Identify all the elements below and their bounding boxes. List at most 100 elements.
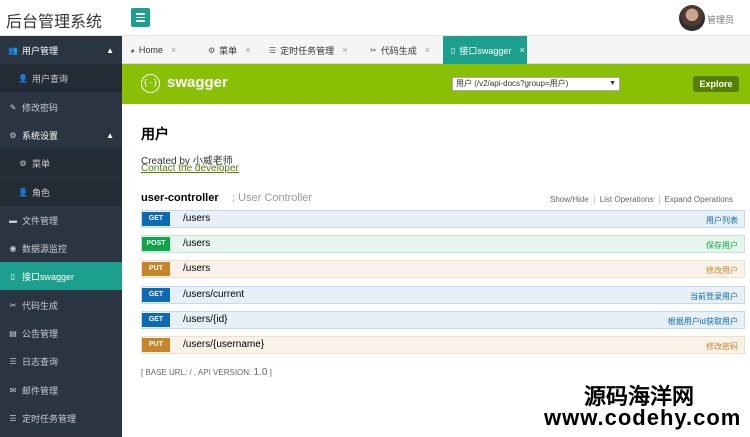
sidebar-item[interactable]: ✎ 修改密码	[0, 93, 122, 121]
sidebar-item[interactable]: ▤ 公告管理	[0, 319, 122, 347]
list-icon: ☰	[9, 356, 17, 366]
sidebar-item[interactable]: ⚙ 系统设置 ▲	[0, 121, 122, 149]
users-icon: 👥	[8, 45, 18, 55]
user-name[interactable]: 管理员	[707, 13, 734, 26]
tab[interactable]: ⚙ 菜单 ×	[200, 36, 261, 64]
user-icon: 👤	[18, 73, 28, 83]
swagger-title: swagger	[167, 74, 228, 91]
swagger-logo-icon: {-}	[141, 74, 160, 93]
wrench-icon: ✂	[9, 300, 17, 310]
sidebar-item[interactable]: 👥 用户管理 ▲	[0, 36, 122, 64]
sidebar-item-label: 数据源监控	[22, 243, 68, 254]
eye-icon: ◉	[9, 243, 17, 253]
tab[interactable]: ✂ 代码生成 ×	[362, 36, 443, 64]
api-group-select[interactable]: 用户 (/v2/api-docs?group=用户) ▼	[452, 77, 620, 91]
operation-row[interactable]: PUT/users/{username} 修改密码	[141, 336, 745, 354]
sidebar-item[interactable]: ✂ 代码生成	[0, 291, 122, 319]
sidebar-item-label: 用户管理	[22, 45, 59, 56]
base-url-info: [ BASE URL: / , API VERSION: 1.0 ]	[141, 367, 272, 378]
operation-row[interactable]: GET/users/{id} 根据用户id获取用户	[141, 311, 745, 329]
sidebar-item[interactable]: ▯ 接口swagger	[0, 262, 122, 290]
tasks-icon: ☰	[269, 45, 277, 55]
operation-summary[interactable]: 根据用户id获取用户	[668, 316, 738, 327]
explore-button[interactable]: Explore	[693, 76, 739, 92]
hamburger-icon	[136, 13, 145, 22]
gear-icon: ⚙	[208, 45, 216, 55]
operation-row[interactable]: PUT/users 修改用户	[141, 260, 745, 278]
sidebar-item[interactable]: ◉ 数据源监控	[0, 234, 122, 262]
close-icon[interactable]: ×	[519, 45, 524, 55]
edit-icon: ✎	[9, 102, 17, 112]
expand-operations-link[interactable]: Expand Operations	[658, 195, 739, 204]
close-icon[interactable]: ×	[425, 45, 430, 55]
sidebar-item[interactable]: ☰ 日志查询	[0, 347, 122, 375]
swagger-header: {-} swagger 用户 (/v2/api-docs?group=用户) ▼…	[122, 64, 750, 104]
operation-summary[interactable]: 修改密码	[706, 341, 738, 352]
sidebar-item-label: 邮件管理	[22, 385, 59, 396]
operation-path[interactable]: /users/current	[183, 289, 244, 300]
http-method-badge[interactable]: PUT	[142, 262, 170, 276]
tab[interactable]: ◕ Home ×	[122, 36, 200, 64]
sidebar-item-label: 文件管理	[22, 215, 59, 226]
base-url-suffix: ]	[267, 368, 272, 377]
operation-path[interactable]: /users/{username}	[183, 339, 264, 350]
operation-row[interactable]: GET/users 用户列表	[141, 210, 745, 228]
tab[interactable]: ☰ 定时任务管理 ×	[261, 36, 362, 64]
http-method-badge[interactable]: GET	[142, 313, 170, 327]
operation-summary[interactable]: 用户列表	[706, 215, 738, 226]
http-method-badge[interactable]: PUT	[142, 338, 170, 352]
sidebar-item[interactable]: 👤 角色	[0, 178, 122, 206]
sidebar-item-label: 用户查询	[32, 73, 69, 84]
sidebar-item[interactable]: ▬ 文件管理	[0, 206, 122, 234]
http-method-badge[interactable]: POST	[142, 237, 170, 251]
base-url-prefix: [ BASE URL: / , API VERSION:	[141, 368, 254, 377]
book-icon: ▤	[9, 328, 17, 338]
operation-path[interactable]: /users	[183, 213, 210, 224]
watermark-url: www.codehy.com	[544, 405, 742, 430]
list-operations-link[interactable]: List Operations	[593, 195, 659, 204]
tab-label: Home	[138, 45, 163, 55]
operation-path[interactable]: /users/{id}	[183, 314, 227, 325]
app-title: 后台管理系统	[6, 14, 103, 31]
api-title: 用户	[141, 126, 169, 142]
operation-summary[interactable]: 当前登录用户	[690, 291, 738, 302]
sidebar-item[interactable]: ☰ 定时任务管理	[0, 404, 122, 432]
wrench-icon: ✂	[370, 45, 377, 55]
avatar[interactable]	[679, 5, 705, 31]
envelope-icon: ✉	[9, 385, 17, 395]
chevron-down-icon: ▼	[609, 80, 616, 87]
file-icon: ▯	[451, 45, 456, 55]
operation-path[interactable]: /users	[183, 263, 210, 274]
tab[interactable]: ▯ 接口swagger ×	[443, 36, 527, 64]
sidebar-item-label: 公告管理	[22, 328, 59, 339]
sidebar-item[interactable]: 👤 用户查询	[0, 64, 122, 92]
user-icon: 👤	[18, 187, 28, 197]
close-icon[interactable]: ×	[171, 45, 176, 55]
sidebar-item-label: 定时任务管理	[22, 413, 77, 424]
caret-up-icon: ▲	[106, 130, 114, 140]
controller-name[interactable]: user-controller	[141, 192, 219, 204]
operation-row[interactable]: GET/users/current 当前登录用户	[141, 286, 745, 304]
tab-label: 定时任务管理	[280, 45, 335, 56]
dashboard-icon: ◕	[130, 45, 135, 55]
folder-icon: ▬	[9, 215, 17, 225]
caret-up-icon: ▲	[106, 45, 114, 55]
operation-row[interactable]: POST/users 保存用户	[141, 235, 745, 253]
http-method-badge[interactable]: GET	[142, 212, 170, 226]
sidebar-item-label: 日志查询	[22, 356, 59, 367]
operation-summary[interactable]: 保存用户	[706, 240, 738, 251]
app-root: 后台管理系统 管理员 👥 用户管理 ▲ 👤 用户查询 ✎ 修改密码 ⚙ 系统设置 ▲ ⚙ 菜单 👤 角色 ▬…	[0, 0, 750, 437]
operation-path[interactable]: /users	[183, 238, 210, 249]
operation-summary[interactable]: 修改用户	[706, 265, 738, 276]
http-method-badge[interactable]: GET	[142, 288, 170, 302]
operation-links: Show/Hide List Operations Expand Operation…	[545, 195, 738, 204]
close-icon[interactable]: ×	[342, 45, 347, 55]
close-icon[interactable]: ×	[245, 45, 250, 55]
sidebar-item[interactable]: ⚙ 菜单	[0, 149, 122, 177]
sidebar-item[interactable]: ✉ 邮件管理	[0, 376, 122, 404]
menu-toggle-button[interactable]	[131, 8, 150, 27]
contact-developer-link[interactable]: Contact the developer	[141, 163, 239, 174]
cogs-icon: ⚙	[9, 130, 17, 140]
tab-label: 接口swagger	[459, 45, 512, 56]
show-hide-link[interactable]: Show/Hide	[545, 195, 594, 204]
